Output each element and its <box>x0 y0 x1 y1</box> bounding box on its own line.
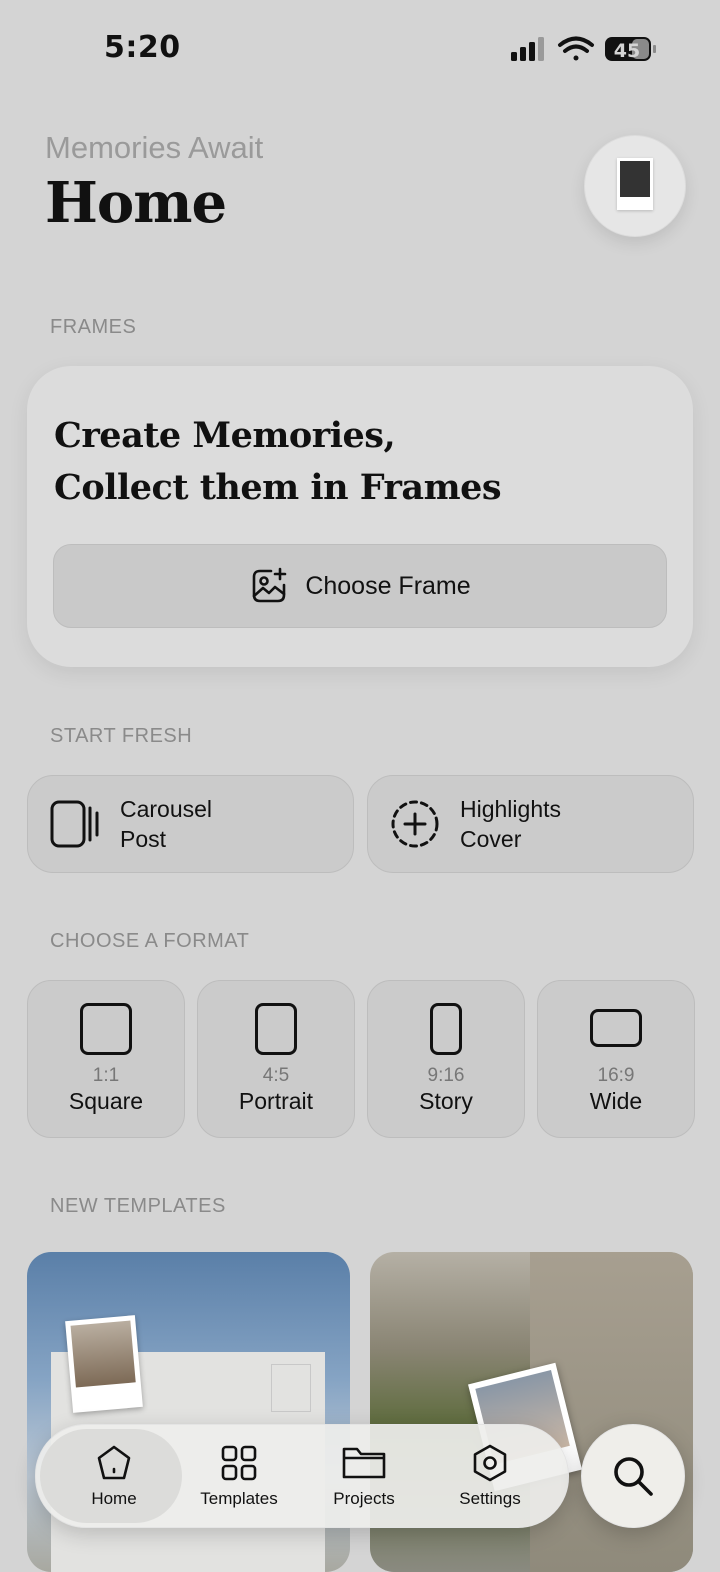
section-label-start-fresh: START FRESH <box>50 725 193 747</box>
signal-icon <box>511 37 544 61</box>
format-portrait-button[interactable]: 4:5 Portrait <box>197 980 355 1138</box>
nav-home[interactable]: Home <box>54 1425 174 1527</box>
settings-hexagon-icon <box>473 1444 507 1482</box>
page-title: Home <box>45 170 227 236</box>
highlights-label-line1: Highlights <box>460 796 561 822</box>
carousel-label-line2: Post <box>120 826 167 852</box>
template-polaroid-image <box>65 1315 143 1413</box>
bottom-nav: Home Templates Projects Settings <box>35 1424 569 1528</box>
nav-projects-label: Projects <box>333 1489 395 1508</box>
frames-heading-line2: Collect them in Frames <box>54 467 502 508</box>
add-circle-dashed-icon <box>391 800 439 848</box>
carousel-label-line1: Carousel <box>120 796 213 822</box>
header-subtitle: Memories Await <box>45 130 264 165</box>
format-ratio: 16:9 <box>597 1065 635 1086</box>
folder-icon <box>342 1447 386 1479</box>
frames-heading-line1: Create Memories, <box>54 415 396 456</box>
format-ratio: 4:5 <box>262 1065 290 1086</box>
format-name: Square <box>68 1088 144 1114</box>
carousel-icon <box>50 800 99 848</box>
nav-projects[interactable]: Projects <box>304 1425 424 1527</box>
nav-home-label: Home <box>91 1489 137 1508</box>
choose-frame-button[interactable]: Choose Frame <box>53 544 667 628</box>
format-name: Portrait <box>238 1088 314 1114</box>
carousel-post-button[interactable]: Carousel Post <box>27 775 354 873</box>
search-button[interactable] <box>581 1424 685 1528</box>
add-photo-icon <box>253 567 287 603</box>
format-ratio: 9:16 <box>427 1065 465 1086</box>
format-ratio: 1:1 <box>92 1065 120 1086</box>
templates-grid-icon <box>221 1445 257 1481</box>
polaroid-icon <box>617 158 653 210</box>
nav-settings-label: Settings <box>459 1489 521 1508</box>
story-shape-icon <box>430 1003 462 1055</box>
frames-heading: Create Memories, Collect them in Frames <box>54 410 502 514</box>
postcard-stamp-box <box>271 1364 311 1412</box>
status-icons: 45 <box>511 36 656 62</box>
battery-level: 45 <box>614 40 640 62</box>
square-shape-icon <box>80 1003 132 1055</box>
format-wide-button[interactable]: 16:9 Wide <box>537 980 695 1138</box>
highlights-label-line2: Cover <box>460 826 522 852</box>
format-name: Story <box>419 1088 473 1114</box>
format-name: Wide <box>589 1088 643 1114</box>
choose-frame-label: Choose Frame <box>305 571 471 600</box>
profile-button[interactable] <box>584 135 686 237</box>
nav-templates-label: Templates <box>200 1489 278 1508</box>
home-icon <box>97 1445 131 1480</box>
wifi-icon <box>558 36 594 61</box>
highlights-cover-button[interactable]: Highlights Cover <box>367 775 694 873</box>
section-label-format: CHOOSE A FORMAT <box>50 930 250 952</box>
format-story-button[interactable]: 9:16 Story <box>367 980 525 1138</box>
frames-card: Create Memories, Collect them in Frames … <box>27 366 693 667</box>
portrait-shape-icon <box>255 1003 297 1055</box>
section-label-templates: NEW TEMPLATES <box>50 1195 226 1217</box>
section-label-frames: FRAMES <box>50 316 137 338</box>
format-square-button[interactable]: 1:1 Square <box>27 980 185 1138</box>
status-time: 5:20 <box>104 30 181 65</box>
wide-shape-icon <box>590 1009 642 1047</box>
search-icon <box>614 1457 653 1496</box>
nav-settings[interactable]: Settings <box>430 1425 550 1527</box>
nav-templates[interactable]: Templates <box>179 1425 299 1527</box>
